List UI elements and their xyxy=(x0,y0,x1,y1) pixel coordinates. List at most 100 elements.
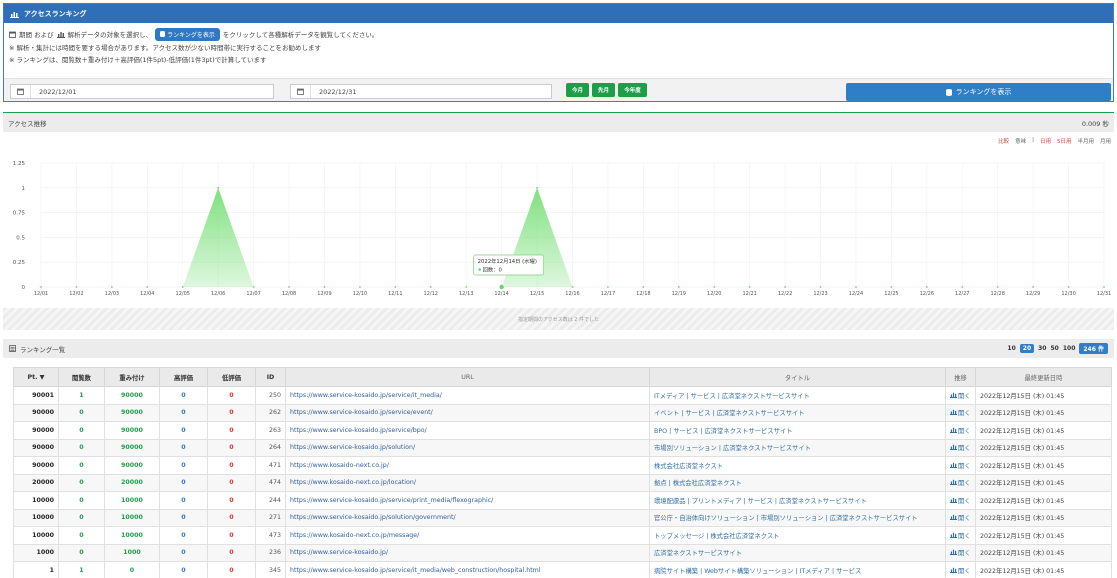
cell-url[interactable]: https://www.kosaido-next.co.jp/ xyxy=(285,456,650,475)
cell-url[interactable]: https://www.kosaido-next.co.jp/message/ xyxy=(285,526,650,545)
data-point[interactable] xyxy=(748,286,751,288)
x-tick-label: 12/30 xyxy=(1061,291,1075,297)
tooltip-marker xyxy=(478,268,481,271)
col-id[interactable]: ID xyxy=(255,367,286,387)
data-point[interactable] xyxy=(1103,286,1105,288)
cell-trend[interactable]: 開く xyxy=(945,438,976,457)
col-pt[interactable]: Pt. ▼ xyxy=(13,367,59,387)
cell-title[interactable]: ITメディア | サービス | 広済堂ネクストサービスサイト xyxy=(649,386,946,405)
col-good[interactable]: 高評価 xyxy=(159,367,208,387)
data-point[interactable] xyxy=(288,286,290,288)
data-point[interactable] xyxy=(996,286,999,288)
cell-title[interactable]: 病院サイト構築 | Webサイト構築ソリューション | ITメディア | サービ… xyxy=(649,561,946,578)
data-point[interactable] xyxy=(429,286,432,288)
cell-url[interactable]: https://www.service-kosaido.jp/service/e… xyxy=(285,403,650,422)
last-month-button[interactable]: 先月 xyxy=(592,83,615,97)
col-bad[interactable]: 低評価 xyxy=(207,367,256,387)
col-weight[interactable]: 重み付け xyxy=(104,367,160,387)
this-year-button[interactable]: 今年度 xyxy=(618,83,647,97)
cell-trend[interactable]: 開く xyxy=(945,421,976,440)
data-point[interactable] xyxy=(571,286,574,288)
cell-trend[interactable]: 開く xyxy=(945,543,976,562)
data-point[interactable] xyxy=(465,286,468,288)
cell-url[interactable]: https://www.service-kosaido.jp/solution/ xyxy=(285,438,650,457)
half-month-link[interactable]: 半月用 xyxy=(1077,137,1094,145)
data-point[interactable] xyxy=(40,286,42,288)
cell-trend[interactable]: 開く xyxy=(945,386,976,405)
data-point[interactable] xyxy=(784,286,786,288)
compare-link[interactable]: 比較 xyxy=(998,137,1009,145)
data-point[interactable] xyxy=(925,286,928,288)
data-point[interactable] xyxy=(359,286,361,288)
page-size-30[interactable]: 30 xyxy=(1038,345,1046,352)
data-point[interactable] xyxy=(607,286,609,288)
cell-url[interactable]: https://www.service-kosaido.jp/ xyxy=(285,543,650,562)
data-point[interactable] xyxy=(855,286,857,288)
cell-title[interactable]: BPO | サービス | 広済堂ネクストサービスサイト xyxy=(649,421,946,440)
data-point[interactable] xyxy=(146,286,149,288)
cell-trend[interactable]: 開く xyxy=(945,491,976,510)
cell-title[interactable]: 広済堂ネクストサービスサイト xyxy=(649,543,946,562)
data-point[interactable] xyxy=(819,286,822,288)
col-views[interactable]: 閲覧数 xyxy=(58,367,105,387)
page-size-20[interactable]: 20 xyxy=(1019,344,1035,353)
data-point[interactable] xyxy=(181,286,184,288)
col-url[interactable]: URL xyxy=(285,367,650,387)
cell-bad: 0 xyxy=(207,421,256,440)
cell-url[interactable]: https://www.service-kosaido.jp/service/b… xyxy=(285,421,650,440)
chart-icon xyxy=(950,550,957,556)
start-date-field[interactable]: 2022/12/01 xyxy=(10,84,274,99)
cell-url[interactable]: https://www.kosaido-next.co.jp/location/ xyxy=(285,473,650,492)
cell-trend[interactable]: 開く xyxy=(945,456,976,475)
data-point[interactable] xyxy=(252,286,255,288)
cell-trend[interactable]: 開く xyxy=(945,473,976,492)
data-point[interactable] xyxy=(890,286,893,288)
cell-url[interactable]: https://www.service-kosaido.jp/service/i… xyxy=(285,386,650,405)
data-point[interactable] xyxy=(394,286,397,288)
cell-url[interactable]: https://www.service-kosaido.jp/service/p… xyxy=(285,491,650,510)
detail-link[interactable]: 意味 xyxy=(1015,137,1026,145)
cell-trend[interactable]: 開く xyxy=(945,508,976,527)
col-updated[interactable]: 最終更新日時 xyxy=(975,367,1112,387)
page-size-10[interactable]: 10 xyxy=(1007,345,1015,352)
cell-trend[interactable]: 開く xyxy=(945,403,976,422)
page-size-100[interactable]: 100 xyxy=(1063,345,1076,352)
cell-url[interactable]: https://www.service-kosaido.jp/service/i… xyxy=(285,561,650,578)
chart-icon xyxy=(950,515,957,521)
cell-title[interactable]: イベント | サービス | 広済堂ネクストサービスサイト xyxy=(649,403,946,422)
data-point[interactable] xyxy=(110,286,113,288)
cell-views: 0 xyxy=(58,421,105,440)
data-point[interactable] xyxy=(713,286,716,288)
data-point[interactable] xyxy=(1067,286,1070,288)
this-month-button[interactable]: 今月 xyxy=(566,83,589,97)
data-point[interactable] xyxy=(75,286,78,288)
cell-title[interactable]: 株式会社広済堂ネクスト xyxy=(649,456,946,475)
data-point[interactable] xyxy=(499,284,504,290)
data-point[interactable] xyxy=(217,186,220,189)
note-line-1: ※ 解析・集計には時間を要する場合があります。アクセス数が少ない時間帯に実行する… xyxy=(9,44,322,52)
cell-trend[interactable]: 開く xyxy=(945,526,976,545)
data-point[interactable] xyxy=(677,286,680,288)
cell-good: 0 xyxy=(159,438,208,457)
data-point[interactable] xyxy=(961,286,964,288)
end-date-field[interactable]: 2022/12/31 xyxy=(290,84,552,99)
end-date-value: 2022/12/31 xyxy=(319,87,357,96)
data-point[interactable] xyxy=(1032,286,1035,288)
five-day-link[interactable]: 5日用 xyxy=(1057,137,1072,145)
cell-title[interactable]: 官公庁・自治体向けソリューション | 市場別ソリューション | 広済堂ネクストサ… xyxy=(649,508,946,527)
data-point[interactable] xyxy=(323,286,326,288)
data-point[interactable] xyxy=(536,186,538,189)
show-ranking-button[interactable]: ランキングを表示 xyxy=(846,83,1111,101)
col-title[interactable]: タイトル xyxy=(649,367,946,387)
cell-title[interactable]: 環境配慮品 | プリントメディア | サービス | 広済堂ネクストサービスサイト xyxy=(649,491,946,510)
page-size-50[interactable]: 50 xyxy=(1050,345,1058,352)
cell-title[interactable]: 市場別ソリューション | 広済堂ネクストサービスサイト xyxy=(649,438,946,457)
cell-title[interactable]: トップメッセージ | 株式会社広済堂ネクスト xyxy=(649,526,946,545)
month-link[interactable]: 月用 xyxy=(1100,137,1111,145)
cell-trend[interactable]: 開く xyxy=(945,561,976,578)
controls-separator: | xyxy=(1032,137,1034,143)
day-link[interactable]: 日用 xyxy=(1040,137,1051,145)
cell-url[interactable]: https://www.service-kosaido.jp/solution/… xyxy=(285,508,650,527)
data-point[interactable] xyxy=(642,286,645,288)
cell-title[interactable]: 拠点 | 株式会社広済堂ネクスト xyxy=(649,473,946,492)
